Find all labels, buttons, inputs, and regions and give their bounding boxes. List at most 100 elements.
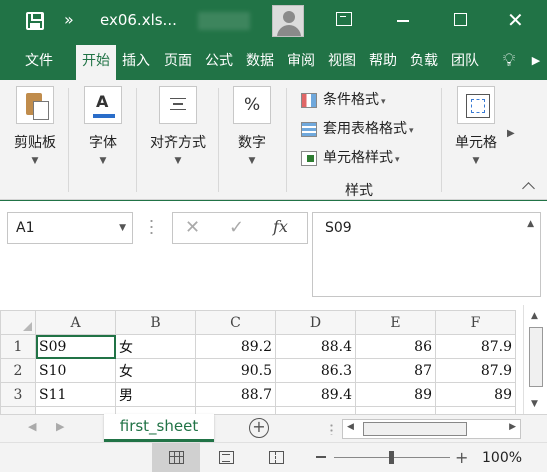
tab-help[interactable]: 帮助 bbox=[364, 42, 402, 80]
zoom-level[interactable]: 100% bbox=[482, 450, 522, 466]
ribbon-scroll-right-icon[interactable]: ▶ bbox=[507, 128, 515, 139]
cell[interactable] bbox=[275, 406, 356, 414]
horizontal-scroll-thumb[interactable] bbox=[363, 422, 467, 436]
ribbon-divider bbox=[218, 88, 219, 192]
cell[interactable]: 女 bbox=[115, 334, 196, 359]
normal-view-button[interactable] bbox=[152, 443, 200, 472]
cell[interactable]: 女 bbox=[115, 358, 196, 383]
conditional-format-button[interactable]: 条件格式 ▾ bbox=[297, 86, 437, 115]
collapse-ribbon-icon[interactable] bbox=[522, 182, 535, 195]
cell[interactable]: 男 bbox=[115, 382, 196, 407]
user-avatar[interactable] bbox=[272, 5, 304, 37]
cell[interactable] bbox=[195, 406, 276, 414]
font-group[interactable]: A 字体 ▼ bbox=[74, 86, 132, 166]
row-header[interactable]: 3 bbox=[0, 382, 36, 407]
row-header[interactable]: 1 bbox=[0, 334, 36, 359]
tab-insert[interactable]: 插入 bbox=[118, 42, 154, 80]
select-all-corner[interactable] bbox=[0, 310, 36, 335]
cell[interactable]: S11 bbox=[35, 382, 116, 407]
tab-review[interactable]: 审阅 bbox=[282, 42, 320, 80]
column-header[interactable]: A bbox=[35, 310, 116, 335]
cell[interactable] bbox=[35, 406, 116, 414]
cell[interactable]: 89.2 bbox=[195, 334, 276, 359]
save-icon[interactable] bbox=[26, 12, 44, 30]
chevron-down-icon[interactable]: ▼ bbox=[119, 213, 126, 243]
number-group[interactable]: % 数字 ▼ bbox=[224, 86, 280, 166]
zoom-out-icon[interactable] bbox=[316, 456, 326, 458]
prev-sheet-icon[interactable]: ◀ bbox=[28, 420, 36, 433]
tab-view[interactable]: 视图 bbox=[322, 42, 362, 80]
tab-data[interactable]: 数据 bbox=[240, 42, 280, 80]
clipboard-group[interactable]: 剪贴板 ▼ bbox=[6, 86, 64, 166]
tab-formulas[interactable]: 公式 bbox=[200, 42, 238, 80]
cell[interactable] bbox=[355, 406, 436, 414]
cancel-icon[interactable]: ✕ bbox=[185, 217, 200, 238]
cell[interactable]: 87.9 bbox=[435, 334, 516, 359]
ribbon-divider bbox=[441, 88, 442, 192]
page-layout-view-button[interactable] bbox=[202, 443, 250, 472]
horizontal-scrollbar[interactable]: ◀ ▶ bbox=[342, 419, 521, 439]
alignment-label: 对齐方式 bbox=[150, 135, 206, 151]
scroll-up-icon[interactable]: ▲ bbox=[531, 311, 538, 321]
zoom-slider-handle[interactable] bbox=[389, 451, 394, 464]
cell[interactable]: 90.5 bbox=[195, 358, 276, 383]
cells-group[interactable]: 单元格 ▼ bbox=[448, 86, 504, 166]
resize-handle[interactable] bbox=[150, 218, 153, 235]
cell[interactable]: 89.4 bbox=[275, 382, 356, 407]
tab-load[interactable]: 负载 bbox=[404, 42, 444, 80]
cell[interactable]: 89 bbox=[435, 382, 516, 407]
minimize-icon[interactable] bbox=[397, 20, 409, 22]
cell[interactable]: 86 bbox=[355, 334, 436, 359]
vertical-scroll-thumb[interactable] bbox=[529, 327, 543, 387]
vertical-scrollbar[interactable]: ▲ ▼ bbox=[523, 305, 547, 414]
chevron-up-icon[interactable]: ▲ bbox=[527, 219, 534, 229]
cell[interactable]: 88.7 bbox=[195, 382, 276, 407]
page-break-view-button[interactable] bbox=[252, 443, 300, 472]
tab-home[interactable]: 开始 bbox=[76, 45, 116, 80]
enter-icon[interactable]: ✓ bbox=[229, 217, 244, 238]
tab-file[interactable]: 文件 bbox=[14, 42, 64, 80]
cell[interactable]: 88.4 bbox=[275, 334, 356, 359]
quick-access-more-icon[interactable]: » bbox=[64, 10, 74, 29]
cell-styles-label: 单元格样式 bbox=[323, 150, 393, 166]
tab-split-handle[interactable] bbox=[330, 423, 333, 435]
column-header[interactable]: D bbox=[275, 310, 356, 335]
tab-team[interactable]: 团队 bbox=[446, 42, 484, 80]
zoom-in-icon[interactable]: + bbox=[455, 448, 468, 467]
cell-styles-button[interactable]: 单元格样式 ▾ bbox=[297, 144, 437, 173]
close-icon[interactable]: ✕ bbox=[507, 8, 524, 32]
column-header[interactable]: B bbox=[115, 310, 196, 335]
column-header[interactable]: E bbox=[355, 310, 436, 335]
name-box[interactable]: A1 ▼ bbox=[7, 212, 133, 244]
tabs-scroll-right-icon[interactable]: ▶ bbox=[528, 42, 544, 80]
cell[interactable]: S09 bbox=[35, 334, 116, 359]
chevron-down-icon: ▼ bbox=[31, 156, 39, 166]
cell[interactable]: S10 bbox=[35, 358, 116, 383]
cell[interactable]: 87.9 bbox=[435, 358, 516, 383]
scroll-left-icon[interactable]: ◀ bbox=[347, 422, 354, 432]
next-sheet-icon[interactable]: ▶ bbox=[56, 420, 64, 433]
cell-table: A B C D E F 1 S09 女 89.2 88.4 86 87.9 2 … bbox=[0, 310, 516, 414]
tab-page-layout[interactable]: 页面 bbox=[158, 42, 198, 80]
cell[interactable]: 89 bbox=[355, 382, 436, 407]
column-header[interactable]: F bbox=[435, 310, 516, 335]
row-header[interactable]: 2 bbox=[0, 358, 36, 383]
sheet-tab-first-sheet[interactable]: first_sheet bbox=[104, 414, 214, 442]
formula-input[interactable]: S09 ▲ bbox=[312, 212, 541, 297]
alignment-group[interactable]: 对齐方式 ▼ bbox=[142, 86, 214, 166]
cell[interactable] bbox=[435, 406, 516, 414]
add-sheet-icon[interactable]: + bbox=[249, 418, 269, 438]
scroll-right-icon[interactable]: ▶ bbox=[509, 422, 516, 432]
cell[interactable]: 86.3 bbox=[275, 358, 356, 383]
format-as-table-button[interactable]: 套用表格格式 ▾ bbox=[297, 115, 437, 144]
column-header[interactable]: C bbox=[195, 310, 276, 335]
cell[interactable]: 87 bbox=[355, 358, 436, 383]
insert-function-icon[interactable]: fx bbox=[273, 217, 288, 236]
scroll-down-icon[interactable]: ▼ bbox=[531, 399, 538, 409]
number-label: 数字 bbox=[238, 135, 266, 151]
tell-me-lightbulb-icon[interactable]: 💡︎ bbox=[494, 42, 524, 80]
cell[interactable] bbox=[115, 406, 196, 414]
maximize-icon[interactable] bbox=[454, 13, 467, 26]
row-header[interactable] bbox=[0, 406, 36, 414]
ribbon-display-options-icon[interactable] bbox=[336, 12, 352, 26]
